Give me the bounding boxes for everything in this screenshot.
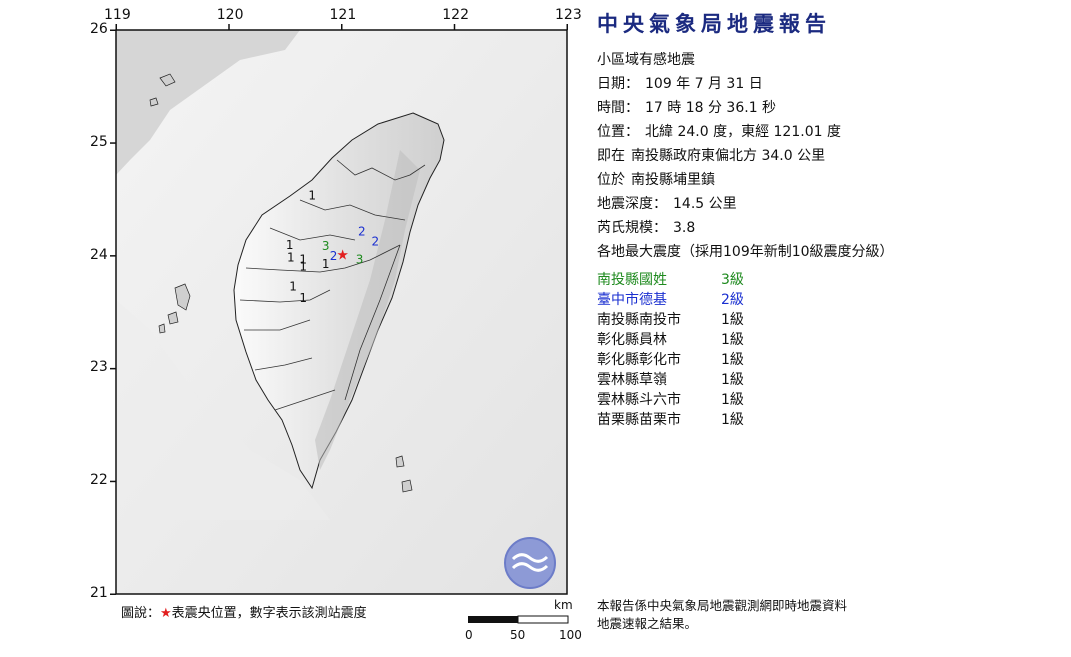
report-title: 中央氣象局地震報告	[597, 12, 831, 36]
intensity-location: 南投縣國姓	[597, 272, 667, 288]
scale-bar: km 0 50 100	[465, 598, 585, 643]
intensity-location: 南投縣南投市	[597, 312, 681, 328]
magnitude-label: 芮氏規模：	[597, 220, 667, 236]
intensity-level: 1級	[721, 392, 744, 408]
intensity-location: 彰化縣彰化市	[597, 352, 681, 368]
near-label: 即在	[597, 148, 625, 164]
scale-label-0: 0	[465, 628, 473, 642]
intensity-row: 彰化縣員林 1級	[597, 330, 1057, 350]
legend-star-icon: ★	[160, 606, 172, 621]
scale-unit: km	[554, 598, 573, 612]
intensity-row: 苗栗縣苗栗市 1級	[597, 410, 1057, 430]
map-frame: 12232 311 11 111 ★	[110, 24, 568, 595]
intensity-row: 彰化縣彰化市 1級	[597, 350, 1057, 370]
position-row: 位置： 北緯 24.0 度，東經 121.01 度	[597, 120, 1057, 144]
station-intensity-mark: 1	[287, 250, 295, 264]
intensity-level: 1級	[721, 352, 744, 368]
station-intensity-mark: 1	[299, 259, 307, 273]
intensity-location: 苗栗縣苗栗市	[597, 412, 681, 428]
lat-tick	[110, 142, 116, 144]
lat-tick-label: 26	[90, 21, 108, 37]
lat-tick-label: 23	[90, 359, 108, 376]
located-value: 南投縣埔里鎮	[631, 172, 715, 188]
depth-label: 地震深度：	[597, 196, 667, 212]
intensity-list: 南投縣國姓 3級 臺中市德基 2級 南投縣南投市 1級 彰化縣員林 1級 彰化縣彰化市 1級 雲林縣…	[597, 270, 1057, 430]
lon-tick-label: 120	[216, 7, 244, 23]
intensity-location: 臺中市德基	[597, 292, 667, 308]
station-intensity-mark: 2	[358, 224, 366, 238]
station-intensity-mark: 2	[372, 235, 380, 249]
date-label: 日期：	[597, 76, 639, 92]
lon-tick-label: 121	[329, 7, 357, 23]
station-intensity-mark: 1	[289, 280, 297, 294]
position-label: 位置：	[597, 124, 639, 140]
scale-label-100: 100	[559, 628, 582, 642]
epicenter-star: ★	[336, 248, 349, 264]
near-value: 南投縣政府東偏北方 34.0 公里	[631, 148, 826, 164]
intensity-row: 雲林縣草嶺 1級	[597, 370, 1057, 390]
report-panel: 中央氣象局地震報告 小區域有感地震 日期： 109 年 7 月 31 日 時間： 1…	[597, 8, 1057, 430]
station-intensity-mark: 1	[322, 257, 330, 271]
intensity-level: 1級	[721, 312, 744, 328]
legend-text: 表震央位置，數字表示該測站震度	[171, 606, 367, 621]
intensity-level: 3級	[721, 272, 744, 288]
lat-tick-label: 24	[90, 246, 108, 263]
lon-tick	[115, 24, 117, 30]
position-value: 北緯 24.0 度，東經 121.01 度	[645, 124, 841, 140]
station-intensity-mark: 1	[308, 188, 316, 202]
lat-tick-label: 21	[90, 585, 108, 601]
intensity-location: 彰化縣員林	[597, 332, 667, 348]
lon-tick	[566, 24, 568, 30]
lat-tick-label: 22	[90, 472, 108, 489]
station-intensity-mark: 3	[356, 253, 364, 267]
footer-line-2: 地震速報之結果。	[597, 616, 698, 631]
footer-line-1: 本報告係中央氣象局地震觀測網即時地震資料	[597, 598, 848, 613]
intensity-level: 1級	[721, 372, 744, 388]
lat-tick-label: 25	[90, 133, 108, 150]
lat-tick	[110, 255, 116, 257]
lon-tick-label: 122	[442, 7, 469, 23]
located-row: 位於 南投縣埔里鎮	[597, 168, 1057, 192]
lat-tick	[110, 593, 116, 595]
intensity-row: 臺中市德基 2級	[597, 290, 1057, 310]
legend-prefix: 圖說：	[121, 606, 161, 621]
lon-tick-label: 119	[104, 7, 131, 23]
intensity-row: 南投縣南投市 1級	[597, 310, 1057, 330]
intensity-header: 各地最大震度（採用109年新制10級震度分級）	[597, 244, 894, 260]
map-legend: 圖說：★表震央位置，數字表示該測站震度	[121, 602, 367, 621]
intensity-level: 2級	[721, 292, 744, 308]
intensity-location: 雲林縣草嶺	[597, 372, 667, 388]
station-intensity-mark: 1	[299, 291, 307, 305]
near-row: 即在 南投縣政府東偏北方 34.0 公里	[597, 144, 1057, 168]
lon-tick	[453, 24, 456, 30]
date-row: 日期： 109 年 7 月 31 日	[597, 72, 1057, 96]
time-row: 時間： 17 時 18 分 36.1 秒	[597, 96, 1057, 120]
footer-note: 本報告係中央氣象局地震觀測網即時地震資料 地震速報之結果。	[597, 597, 897, 633]
depth-row: 地震深度： 14.5 公里	[597, 192, 1057, 216]
report-subtitle: 小區域有感地震	[597, 52, 695, 68]
magnitude-row: 芮氏規模： 3.8	[597, 216, 1057, 240]
scale-label-50: 50	[510, 628, 526, 642]
magnitude-value: 3.8	[673, 220, 696, 236]
intensity-level: 1級	[721, 332, 744, 348]
lat-tick	[110, 29, 116, 31]
earthquake-map: 1223231111111 ★ 119 120 121 122 123 26 25 24 23 2…	[0, 0, 600, 657]
depth-value: 14.5 公里	[673, 196, 737, 212]
intensity-location: 雲林縣斗六市	[597, 392, 681, 408]
lat-tick	[110, 480, 116, 483]
intensity-row: 南投縣國姓 3級	[597, 270, 1057, 290]
lon-tick-label: 123	[555, 7, 582, 23]
intensity-row: 雲林縣斗六市 1級	[597, 390, 1057, 410]
lon-tick	[341, 24, 343, 30]
located-label: 位於	[597, 172, 625, 188]
lon-tick	[228, 24, 230, 30]
lat-tick	[110, 367, 116, 370]
cwb-logo	[504, 537, 556, 589]
intensity-level: 1級	[721, 412, 744, 428]
time-value: 17 時 18 分 36.1 秒	[645, 100, 777, 116]
date-value: 109 年 7 月 31 日	[645, 76, 763, 92]
time-label: 時間：	[597, 100, 639, 116]
station-intensity-mark: 3	[322, 239, 330, 253]
